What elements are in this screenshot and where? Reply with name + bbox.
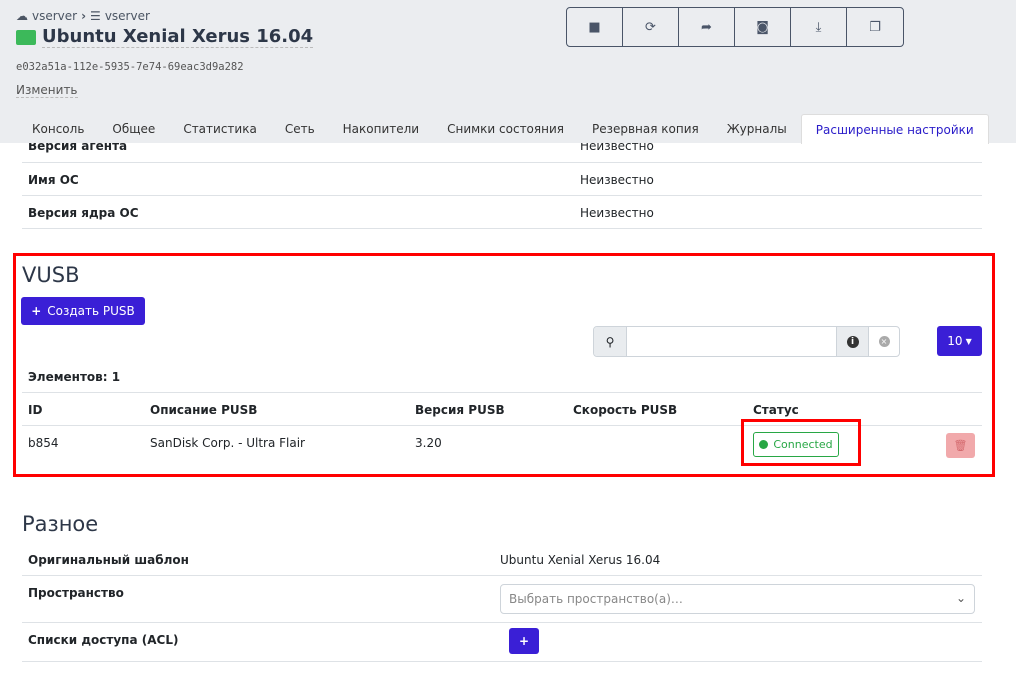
search-icon: ⚲	[594, 327, 627, 356]
stop-button[interactable]: ■	[567, 8, 623, 46]
camera-icon: ◙	[756, 19, 769, 35]
info-value: Неизвестно	[580, 143, 654, 153]
items-count: Элементов: 1	[28, 370, 121, 384]
breadcrumb-item[interactable]: vserver	[105, 9, 150, 23]
monitor-icon	[16, 29, 36, 45]
cell-id: b854	[28, 436, 59, 450]
divider	[22, 392, 982, 393]
info-key: Имя ОС	[28, 173, 79, 187]
migrate-button[interactable]: ➦	[679, 8, 735, 46]
status-badge: Connected	[753, 432, 839, 457]
reboot-button[interactable]: ⟳	[623, 8, 679, 46]
clone-icon: ❐	[869, 19, 881, 35]
column-header: Описание PUSB	[150, 403, 258, 417]
vm-toolbar: ■ ⟳ ➦ ◙ ⤓ ❐	[566, 7, 904, 47]
server-icon: ☰	[90, 9, 101, 23]
create-pusb-button[interactable]: + Создать PUSB	[21, 297, 145, 325]
create-pusb-label: Создать PUSB	[47, 304, 135, 318]
vm-uuid: e032a51a-112e-5935-7e74-69eac3d9a282	[16, 61, 244, 73]
status-label: Connected	[773, 438, 833, 451]
tab-advanced[interactable]: Расширенные настройки	[800, 114, 989, 144]
space-label: Пространство	[28, 586, 124, 600]
download-icon: ⤓	[815, 19, 822, 35]
cloud-icon: ☁	[16, 9, 28, 23]
column-header: Статус	[753, 403, 799, 417]
snapshot-button[interactable]: ◙	[735, 8, 791, 46]
column-header: Версия PUSB	[415, 403, 505, 417]
trash-icon: 🗑	[953, 439, 968, 452]
tab-stats[interactable]: Статистика	[169, 114, 271, 144]
share-icon: ➦	[701, 19, 712, 35]
stop-icon: ■	[588, 19, 601, 35]
template-value: Ubuntu Xenial Xerus 16.04	[500, 553, 661, 567]
tab-bar: Консоль Общее Статистика Сеть Накопители…	[18, 114, 989, 144]
status-dot-icon	[759, 440, 769, 449]
tab-disks[interactable]: Накопители	[329, 114, 433, 144]
misc-row: Списки доступа (ACL) +	[22, 623, 982, 662]
clear-search-icon[interactable]: ×	[868, 327, 899, 356]
vusb-title: VUSB	[22, 263, 80, 287]
breadcrumb-item[interactable]: vserver	[32, 9, 77, 23]
caret-down-icon: ▼	[965, 336, 972, 346]
copy-button[interactable]: ❐	[847, 8, 903, 46]
space-select[interactable]: Выбрать пространство(а)… ⌄	[500, 584, 975, 614]
refresh-icon: ⟳	[645, 19, 656, 35]
search-group: ⚲ i ×	[593, 326, 900, 357]
info-row: Имя ОС Неизвестно	[22, 163, 982, 196]
column-header: ID	[28, 403, 43, 417]
cell-description: SanDisk Corp. - Ultra Flair	[150, 436, 305, 450]
chevron-right-icon: ›	[81, 9, 87, 23]
info-key: Версия агента	[28, 143, 128, 153]
page-size-dropdown[interactable]: 10 ▼	[937, 326, 982, 356]
info-row: Версия агента Неизвестно	[22, 143, 982, 163]
add-acl-button[interactable]: +	[509, 628, 539, 654]
page-title: Ubuntu Xenial Xerus 16.04	[16, 26, 314, 48]
info-icon[interactable]: i	[836, 327, 868, 356]
delete-button[interactable]: 🗑	[946, 433, 975, 458]
search-input[interactable]	[627, 327, 836, 356]
tab-general[interactable]: Общее	[98, 114, 169, 144]
plus-icon: +	[518, 634, 530, 648]
tab-logs[interactable]: Журналы	[713, 114, 801, 144]
edit-link[interactable]: Изменить	[16, 83, 78, 98]
chevron-down-icon: ⌄	[955, 591, 966, 605]
cell-version: 3.20	[415, 436, 442, 450]
misc-row: Оригинальный шаблон Ubuntu Xenial Xerus …	[22, 543, 982, 576]
export-button[interactable]: ⤓	[791, 8, 847, 46]
acl-label: Списки доступа (ACL)	[28, 633, 179, 647]
info-key: Версия ядра ОС	[28, 206, 139, 220]
plus-icon: +	[31, 304, 42, 318]
tab-backup[interactable]: Резервная копия	[578, 114, 713, 144]
info-value: Неизвестно	[580, 206, 654, 220]
tab-console[interactable]: Консоль	[18, 114, 98, 144]
template-label: Оригинальный шаблон	[28, 553, 189, 567]
misc-title: Разное	[22, 512, 99, 536]
column-header: Скорость PUSB	[573, 403, 678, 417]
tab-snapshots[interactable]: Снимки состояния	[433, 114, 578, 144]
page-size-value: 10	[947, 334, 963, 348]
info-value: Неизвестно	[580, 173, 654, 187]
info-row: Версия ядра ОС Неизвестно	[22, 196, 982, 229]
space-placeholder: Выбрать пространство(а)…	[509, 592, 683, 606]
breadcrumb: ☁ vserver › ☰ vserver	[16, 9, 150, 23]
misc-row: Пространство Выбрать пространство(а)… ⌄	[22, 576, 982, 623]
tab-network[interactable]: Сеть	[271, 114, 329, 144]
vm-name[interactable]: Ubuntu Xenial Xerus 16.04	[42, 26, 314, 48]
